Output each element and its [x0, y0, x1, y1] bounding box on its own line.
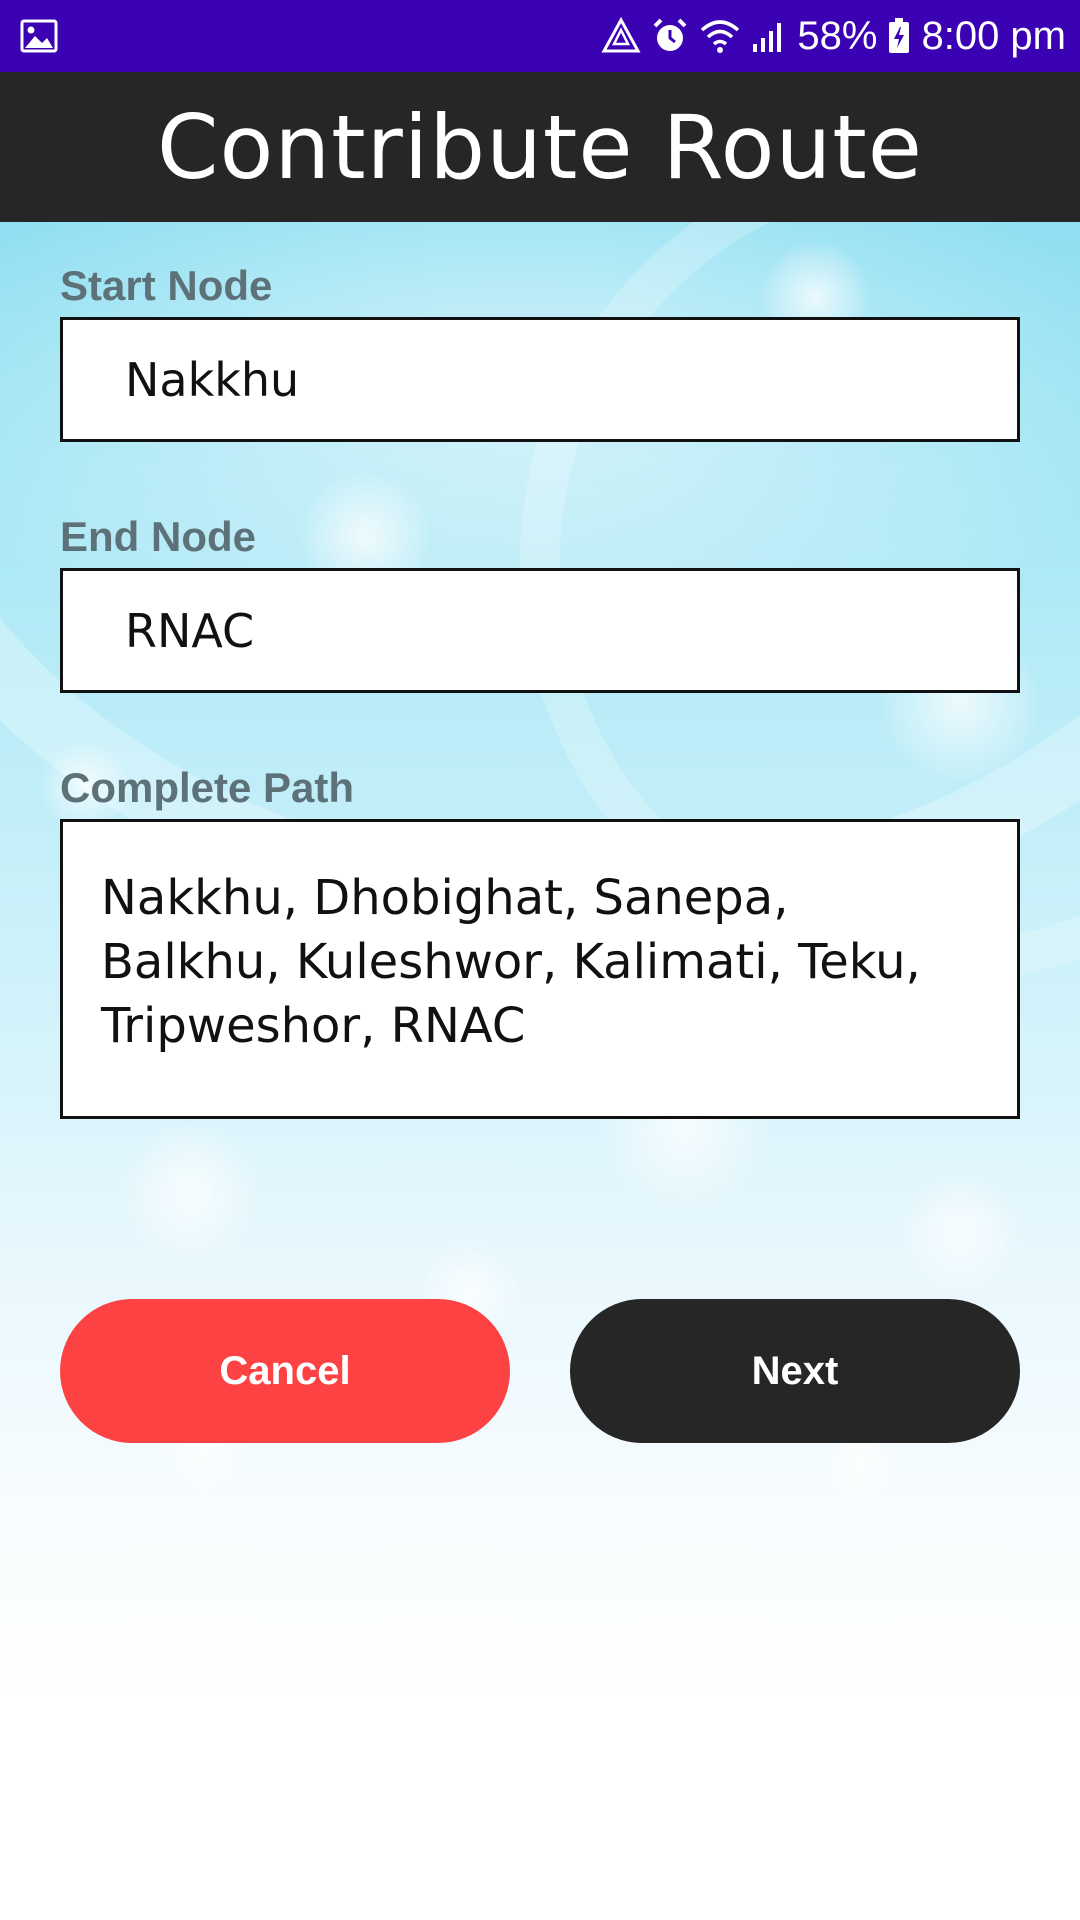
recycle-icon — [601, 17, 641, 55]
title-bar: Contribute Route — [0, 72, 1080, 222]
next-button[interactable]: Next — [570, 1299, 1020, 1443]
signal-icon — [751, 18, 787, 54]
status-bar: 58% 8:00 pm — [0, 0, 1080, 72]
start-node-input[interactable]: Nakkhu — [60, 317, 1020, 442]
next-button-label: Next — [751, 1348, 839, 1393]
end-node-input[interactable]: RNAC — [60, 568, 1020, 693]
end-node-label: End Node — [60, 513, 256, 560]
gallery-icon — [20, 19, 58, 53]
end-node-value: RNAC — [125, 603, 255, 658]
start-node-label: Start Node — [60, 262, 273, 309]
start-node-value: Nakkhu — [125, 352, 300, 407]
complete-path-value: Nakkhu, Dhobighat, Sanepa, Balkhu, Kules… — [101, 870, 921, 1054]
cancel-button-label: Cancel — [219, 1348, 351, 1393]
alarm-icon — [651, 17, 689, 55]
complete-path-textarea[interactable]: Nakkhu, Dhobighat, Sanepa, Balkhu, Kules… — [60, 819, 1020, 1119]
complete-path-label: Complete Path — [60, 764, 355, 811]
clock: 8:00 pm — [921, 13, 1066, 58]
cancel-button[interactable]: Cancel — [60, 1299, 510, 1443]
page-title: Contribute Route — [157, 95, 923, 199]
wifi-icon — [699, 18, 741, 54]
battery-icon — [887, 17, 911, 55]
battery-percent: 58% — [797, 13, 878, 58]
